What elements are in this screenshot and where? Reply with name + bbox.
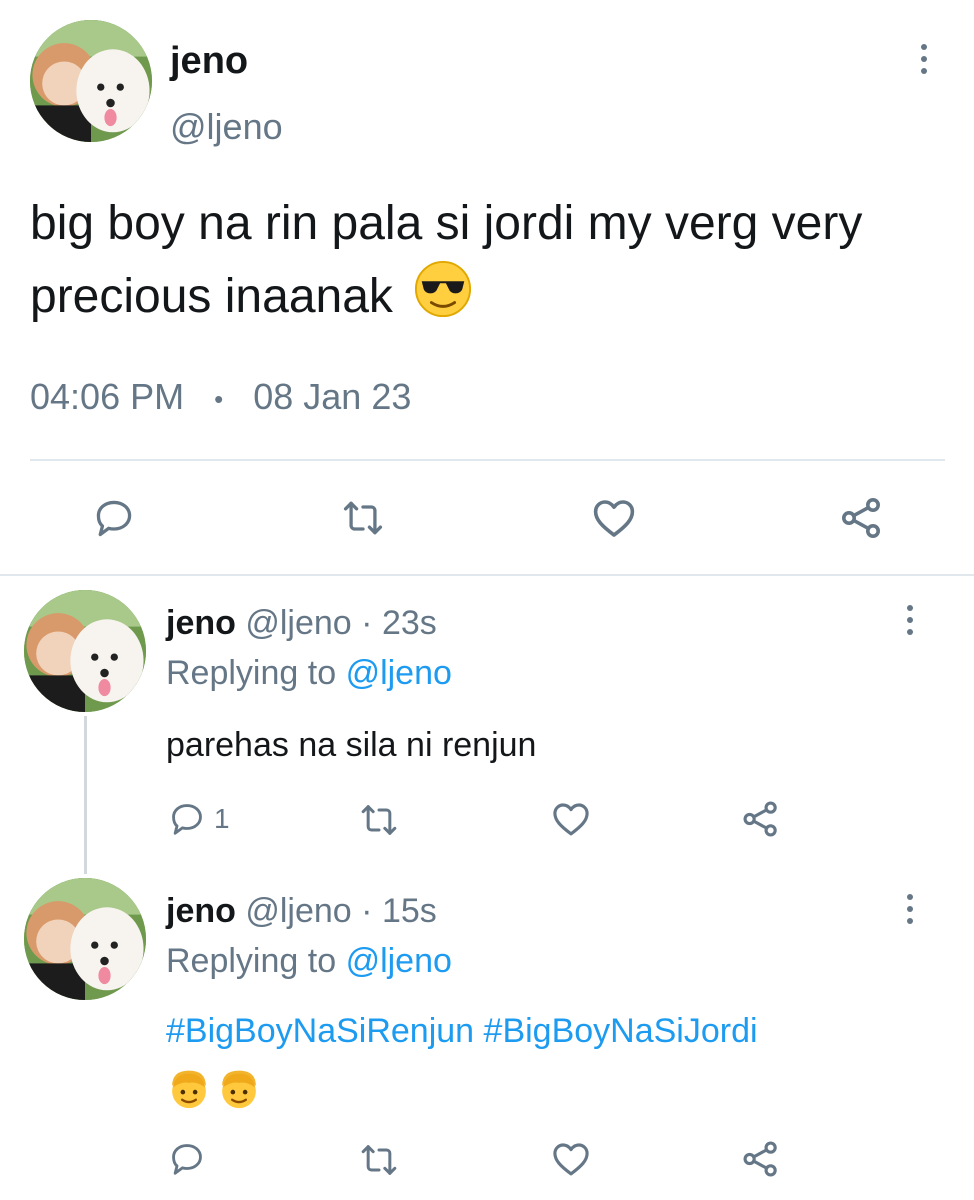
reply-count: 1 xyxy=(214,803,230,834)
like-icon[interactable] xyxy=(550,1138,592,1180)
reply-text: #BigBoyNaSiRenjun #BigBoyNaSiJordi xyxy=(166,1012,758,1051)
hashtag-link[interactable]: #BigBoyNaSiRenjun xyxy=(166,1012,474,1050)
dot-separator: · xyxy=(361,892,373,930)
retweet-icon[interactable] xyxy=(358,800,400,840)
tweet-text: big boy na rin pala si jordi my verg ver… xyxy=(30,188,950,339)
tweet-date: 08 Jan 23 xyxy=(253,376,412,417)
retweet-icon[interactable] xyxy=(358,1140,400,1180)
more-options-icon[interactable] xyxy=(920,44,928,74)
avatar[interactable] xyxy=(24,878,146,1000)
more-options-icon[interactable] xyxy=(906,894,914,924)
avatar[interactable] xyxy=(30,20,152,142)
reply-header: jeno @ljeno · 23s xyxy=(166,604,437,643)
sunglasses-emoji-icon xyxy=(414,260,472,339)
timestamp-separator: • xyxy=(214,383,224,414)
display-name[interactable]: jeno xyxy=(166,604,236,642)
reply-icon[interactable] xyxy=(92,496,136,540)
replying-to: Replying to @ljeno xyxy=(166,654,452,693)
divider xyxy=(30,459,945,461)
tweet-time: 04:06 PM xyxy=(30,376,185,417)
reply-icon[interactable]: 1 xyxy=(168,800,230,838)
dot-separator: · xyxy=(361,604,373,642)
replying-to-label: Replying to xyxy=(166,654,337,692)
replying-to-label: Replying to xyxy=(166,942,337,980)
reply-icon[interactable] xyxy=(168,1140,214,1178)
hashtag-link[interactable]: #BigBoyNaSiJordi xyxy=(484,1012,758,1050)
handle[interactable]: @ljeno xyxy=(245,892,351,930)
divider xyxy=(0,574,974,576)
replying-to: Replying to @ljeno xyxy=(166,942,452,981)
like-icon[interactable] xyxy=(590,494,638,542)
tweet-timestamp: 04:06 PM • 08 Jan 23 xyxy=(30,376,411,418)
replying-to-handle[interactable]: @ljeno xyxy=(346,654,452,692)
timestamp[interactable]: 15s xyxy=(382,892,437,930)
boy-emoji-icon xyxy=(216,1066,262,1117)
like-icon[interactable] xyxy=(550,798,592,840)
handle[interactable]: @ljeno xyxy=(170,106,283,148)
share-icon[interactable] xyxy=(740,1138,782,1180)
retweet-icon[interactable] xyxy=(340,496,386,540)
share-icon[interactable] xyxy=(740,798,782,840)
more-options-icon[interactable] xyxy=(906,605,914,635)
timestamp[interactable]: 23s xyxy=(382,604,437,642)
share-icon[interactable] xyxy=(838,494,886,542)
avatar[interactable] xyxy=(24,590,146,712)
reply-header: jeno @ljeno · 15s xyxy=(166,892,437,931)
replying-to-handle[interactable]: @ljeno xyxy=(346,942,452,980)
boy-emoji-icon xyxy=(166,1066,212,1117)
reply-emojis xyxy=(166,1066,262,1117)
display-name[interactable]: jeno xyxy=(166,892,236,930)
display-name[interactable]: jeno xyxy=(170,40,248,83)
thread-line xyxy=(84,716,87,874)
handle[interactable]: @ljeno xyxy=(245,604,351,642)
reply-text: parehas na sila ni renjun xyxy=(166,726,537,764)
